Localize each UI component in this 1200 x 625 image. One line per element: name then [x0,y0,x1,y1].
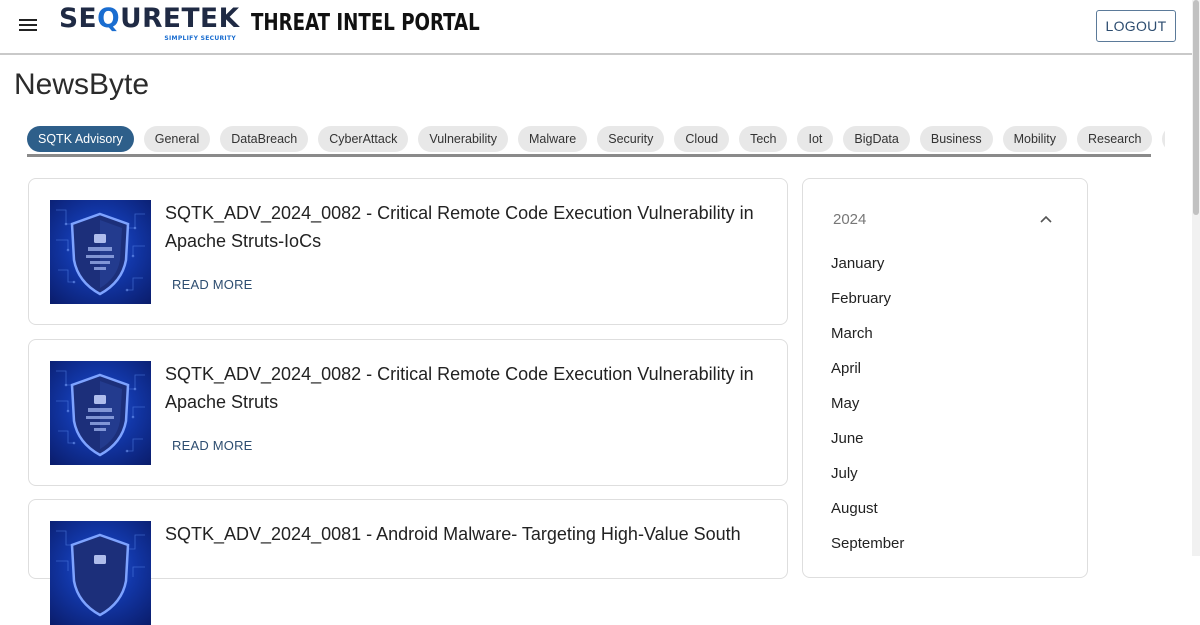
top-header: SEQURETEK SIMPLIFY SECURITY THREAT INTEL… [0,0,1198,55]
article-title[interactable]: SQTK_ADV_2024_0082 - Critical Remote Cod… [165,199,765,255]
advisory-thumbnail[interactable] [50,521,151,625]
tab-vulnerability[interactable]: Vulnerability [418,126,508,152]
tab-cyberattack[interactable]: CyberAttack [318,126,409,152]
archive-panel: 2024 January February March April May June Jul… [802,178,1088,578]
news-card[interactable]: SQTK_ADV_2024_0082 - Critical Remote Cod… [28,178,788,325]
tab-corporate[interactable]: Corporate [1162,126,1165,152]
tab-mobility[interactable]: Mobility [1002,126,1067,152]
page-scrollbar[interactable] [1192,0,1200,556]
archive-month-june[interactable]: June [831,428,904,463]
tab-security[interactable]: Security [597,126,665,152]
hamburger-icon[interactable] [19,18,37,32]
tabs-scroll-indicator[interactable] [27,154,1151,157]
sequretek-logo[interactable]: SEQURETEK SIMPLIFY SECURITY [59,3,239,45]
shield-icon [56,370,145,457]
archive-year[interactable]: 2024 [833,211,866,228]
tab-bigdata[interactable]: BigData [843,126,910,152]
archive-month-january[interactable]: January [831,253,904,288]
tab-malware[interactable]: Malware [517,126,588,152]
logout-button[interactable]: LOGOUT [1096,10,1176,42]
tab-sqtk-advisory[interactable]: SQTK Advisory [27,126,134,152]
logo-wordmark: SEQURETEK [59,3,240,34]
shield-icon [56,530,145,617]
tab-general[interactable]: General [143,126,211,152]
archive-month-july[interactable]: July [831,463,904,498]
read-more-link[interactable]: READ MORE [172,438,253,453]
chevron-up-icon[interactable] [1039,214,1053,224]
advisory-thumbnail[interactable] [50,200,151,304]
tab-research[interactable]: Research [1076,126,1153,152]
news-card[interactable]: SQTK_ADV_2024_0082 - Critical Remote Cod… [28,339,788,486]
article-title[interactable]: SQTK_ADV_2024_0082 - Critical Remote Cod… [165,360,765,416]
page-title: NewsByte [14,68,150,101]
archive-month-february[interactable]: February [831,288,904,323]
logo-tagline: SIMPLIFY SECURITY [164,35,236,42]
archive-month-may[interactable]: May [831,393,904,428]
archive-month-march[interactable]: March [831,323,904,358]
archive-month-september[interactable]: September [831,533,904,568]
archive-month-august[interactable]: August [831,498,904,533]
news-card[interactable]: SQTK_ADV_2024_0081 - Android Malware- Ta… [28,499,788,625]
read-more-link[interactable]: READ MORE [172,277,253,292]
category-tabs: SQTK Advisory General DataBreach CyberAttac… [27,126,1165,154]
archive-month-april[interactable]: April [831,358,904,393]
shield-icon [56,209,145,296]
advisory-thumbnail[interactable] [50,361,151,465]
tab-databreach[interactable]: DataBreach [220,126,309,152]
tab-cloud[interactable]: Cloud [674,126,730,152]
tab-iot[interactable]: Iot [797,126,834,152]
month-list: January February March April May June July Augu… [831,253,904,568]
article-title[interactable]: SQTK_ADV_2024_0081 - Android Malware- Ta… [165,520,765,548]
tab-tech[interactable]: Tech [739,126,788,152]
portal-title: THREAT INTEL PORTAL [251,10,480,36]
scrollbar-thumb[interactable] [1193,0,1199,215]
tab-business[interactable]: Business [919,126,993,152]
